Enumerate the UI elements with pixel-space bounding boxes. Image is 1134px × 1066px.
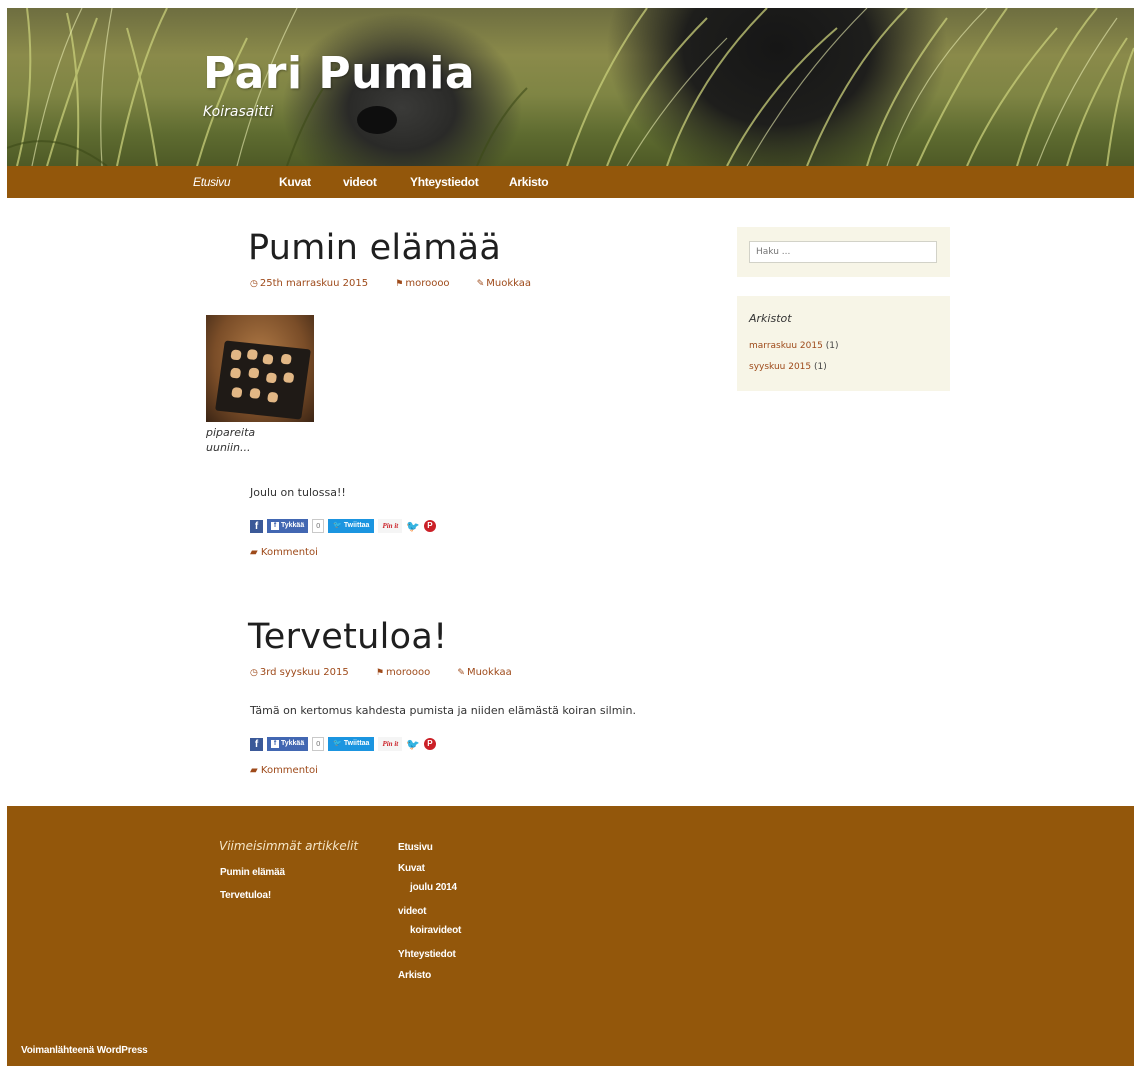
tweet-button[interactable]: 🐦 Twiittaa bbox=[328, 519, 375, 533]
pin-it-button[interactable]: Pin it bbox=[378, 519, 403, 533]
post-edit[interactable]: ✎ Muokkaa bbox=[477, 278, 543, 289]
recent-post-link[interactable]: Pumin elämää bbox=[220, 867, 285, 878]
speech-bubble-icon: ▰ bbox=[250, 547, 258, 558]
footer-menu-etusivu[interactable]: Etusivu bbox=[398, 842, 433, 853]
share-count: 0 bbox=[312, 519, 325, 533]
cookie bbox=[246, 349, 259, 361]
archive-count: (1) bbox=[814, 362, 827, 372]
facebook-icon[interactable]: f bbox=[250, 737, 263, 751]
powered-by-link[interactable]: Voimanlähteenä WordPress bbox=[21, 1045, 148, 1056]
footer-menu-joulu-2014[interactable]: joulu 2014 bbox=[410, 882, 457, 893]
comment-link[interactable]: ▰ Kommentoi bbox=[250, 765, 318, 776]
archives-widget: Arkistot marraskuu 2015 (1) syyskuu 2015… bbox=[737, 296, 950, 391]
facebook-icon[interactable]: f bbox=[250, 519, 263, 533]
facebook-icon: f bbox=[271, 522, 279, 530]
share-buttons: f f Tykkää 0 🐦 Twiittaa Pin it 🐦 P bbox=[250, 737, 436, 751]
cookie bbox=[249, 387, 261, 399]
cookie bbox=[229, 367, 242, 379]
cookie bbox=[262, 353, 274, 365]
recent-post-link[interactable]: Tervetuloa! bbox=[220, 890, 271, 901]
share-count: 0 bbox=[312, 737, 325, 751]
clock-icon: ◷ bbox=[250, 279, 258, 289]
search-widget bbox=[737, 227, 950, 277]
image-caption: pipareita uuniin... bbox=[206, 426, 256, 454]
facebook-like-button[interactable]: f Tykkää bbox=[267, 519, 309, 533]
facebook-icon: f bbox=[271, 740, 279, 748]
archive-count: (1) bbox=[825, 341, 839, 351]
site-footer: Viimeisimmät artikkelit Pumin elämää Ter… bbox=[7, 806, 1134, 1066]
header-grass-image bbox=[7, 8, 1134, 166]
twitter-bird-icon: 🐦 bbox=[333, 522, 342, 529]
flag-icon: ⚑ bbox=[395, 279, 404, 289]
nav-item-yhteystiedot[interactable]: Yhteystiedot bbox=[410, 175, 479, 189]
facebook-like-button[interactable]: f Tykkää bbox=[267, 737, 309, 751]
cookie bbox=[231, 386, 243, 399]
post-gallery-image[interactable] bbox=[206, 315, 314, 422]
baking-tray bbox=[215, 340, 311, 420]
post-title[interactable]: Pumin elämää bbox=[248, 228, 501, 268]
cookie bbox=[283, 372, 295, 384]
cookie bbox=[267, 391, 279, 403]
pin-it-button[interactable]: Pin it bbox=[378, 737, 403, 751]
footer-menu-koiravideot[interactable]: koiravideot bbox=[410, 925, 461, 936]
cookie bbox=[230, 349, 242, 361]
recent-posts-title: Viimeisimmät artikkelit bbox=[219, 839, 359, 853]
cookie bbox=[248, 367, 260, 379]
main-navigation: Etusivu Kuvat videot Yhteystiedot Arkist… bbox=[7, 166, 1134, 198]
twitter-icon[interactable]: 🐦 bbox=[406, 738, 420, 751]
post-content: Tämä on kertomus kahdesta pumista ja nii… bbox=[250, 704, 636, 717]
post-date[interactable]: ◷ 25th marraskuu 2015 bbox=[250, 278, 380, 289]
clock-icon: ◷ bbox=[250, 668, 258, 678]
site-description: Koirasaitti bbox=[203, 104, 274, 120]
post-date[interactable]: ◷ 3rd syyskuu 2015 bbox=[250, 667, 361, 678]
archive-item: marraskuu 2015 (1) bbox=[749, 341, 838, 351]
footer-menu-kuvat[interactable]: Kuvat bbox=[398, 863, 425, 874]
archive-link[interactable]: syyskuu 2015 bbox=[749, 362, 811, 372]
post-title[interactable]: Tervetuloa! bbox=[248, 617, 447, 657]
post-edit[interactable]: ✎ Muokkaa bbox=[457, 667, 523, 678]
search-input[interactable] bbox=[749, 241, 937, 263]
nav-item-videot[interactable]: videot bbox=[343, 175, 377, 189]
comment-link[interactable]: ▰ Kommentoi bbox=[250, 547, 318, 558]
post-author[interactable]: ⚑ moroooo bbox=[376, 667, 442, 678]
footer-menu-arkisto[interactable]: Arkisto bbox=[398, 970, 431, 981]
cookie bbox=[265, 372, 278, 384]
post-author[interactable]: ⚑ moroooo bbox=[395, 278, 461, 289]
flag-icon: ⚑ bbox=[375, 668, 384, 678]
site-header: Pari Pumia Koirasaitti bbox=[7, 8, 1134, 166]
twitter-icon[interactable]: 🐦 bbox=[406, 520, 420, 533]
pinterest-icon[interactable]: P bbox=[423, 738, 436, 750]
nav-item-arkisto[interactable]: Arkisto bbox=[509, 175, 549, 189]
site-title[interactable]: Pari Pumia bbox=[203, 48, 475, 100]
tweet-button[interactable]: 🐦 Twiittaa bbox=[328, 737, 375, 751]
post-content: Joulu on tulossa!! bbox=[250, 486, 346, 499]
archive-item: syyskuu 2015 (1) bbox=[749, 362, 827, 372]
share-buttons: f f Tykkää 0 🐦 Twiittaa Pin it 🐦 P bbox=[250, 519, 436, 533]
pencil-icon: ✎ bbox=[476, 279, 485, 289]
nav-item-etusivu[interactable]: Etusivu bbox=[193, 175, 231, 189]
archive-link[interactable]: marraskuu 2015 bbox=[749, 341, 823, 351]
twitter-bird-icon: 🐦 bbox=[333, 740, 342, 747]
speech-bubble-icon: ▰ bbox=[250, 765, 258, 776]
post-meta: ◷ 3rd syyskuu 2015 ⚑ moroooo ✎ Muokkaa bbox=[250, 667, 536, 678]
cookie bbox=[280, 353, 292, 365]
footer-menu-videot[interactable]: videot bbox=[398, 906, 426, 917]
archives-title: Arkistot bbox=[749, 312, 792, 325]
pencil-icon: ✎ bbox=[457, 668, 465, 678]
footer-menu-yhteystiedot[interactable]: Yhteystiedot bbox=[398, 949, 456, 960]
nav-item-kuvat[interactable]: Kuvat bbox=[279, 175, 311, 189]
pinterest-icon[interactable]: P bbox=[423, 520, 436, 532]
post-meta: ◷ 25th marraskuu 2015 ⚑ moroooo ✎ Muokkaa bbox=[250, 278, 555, 289]
